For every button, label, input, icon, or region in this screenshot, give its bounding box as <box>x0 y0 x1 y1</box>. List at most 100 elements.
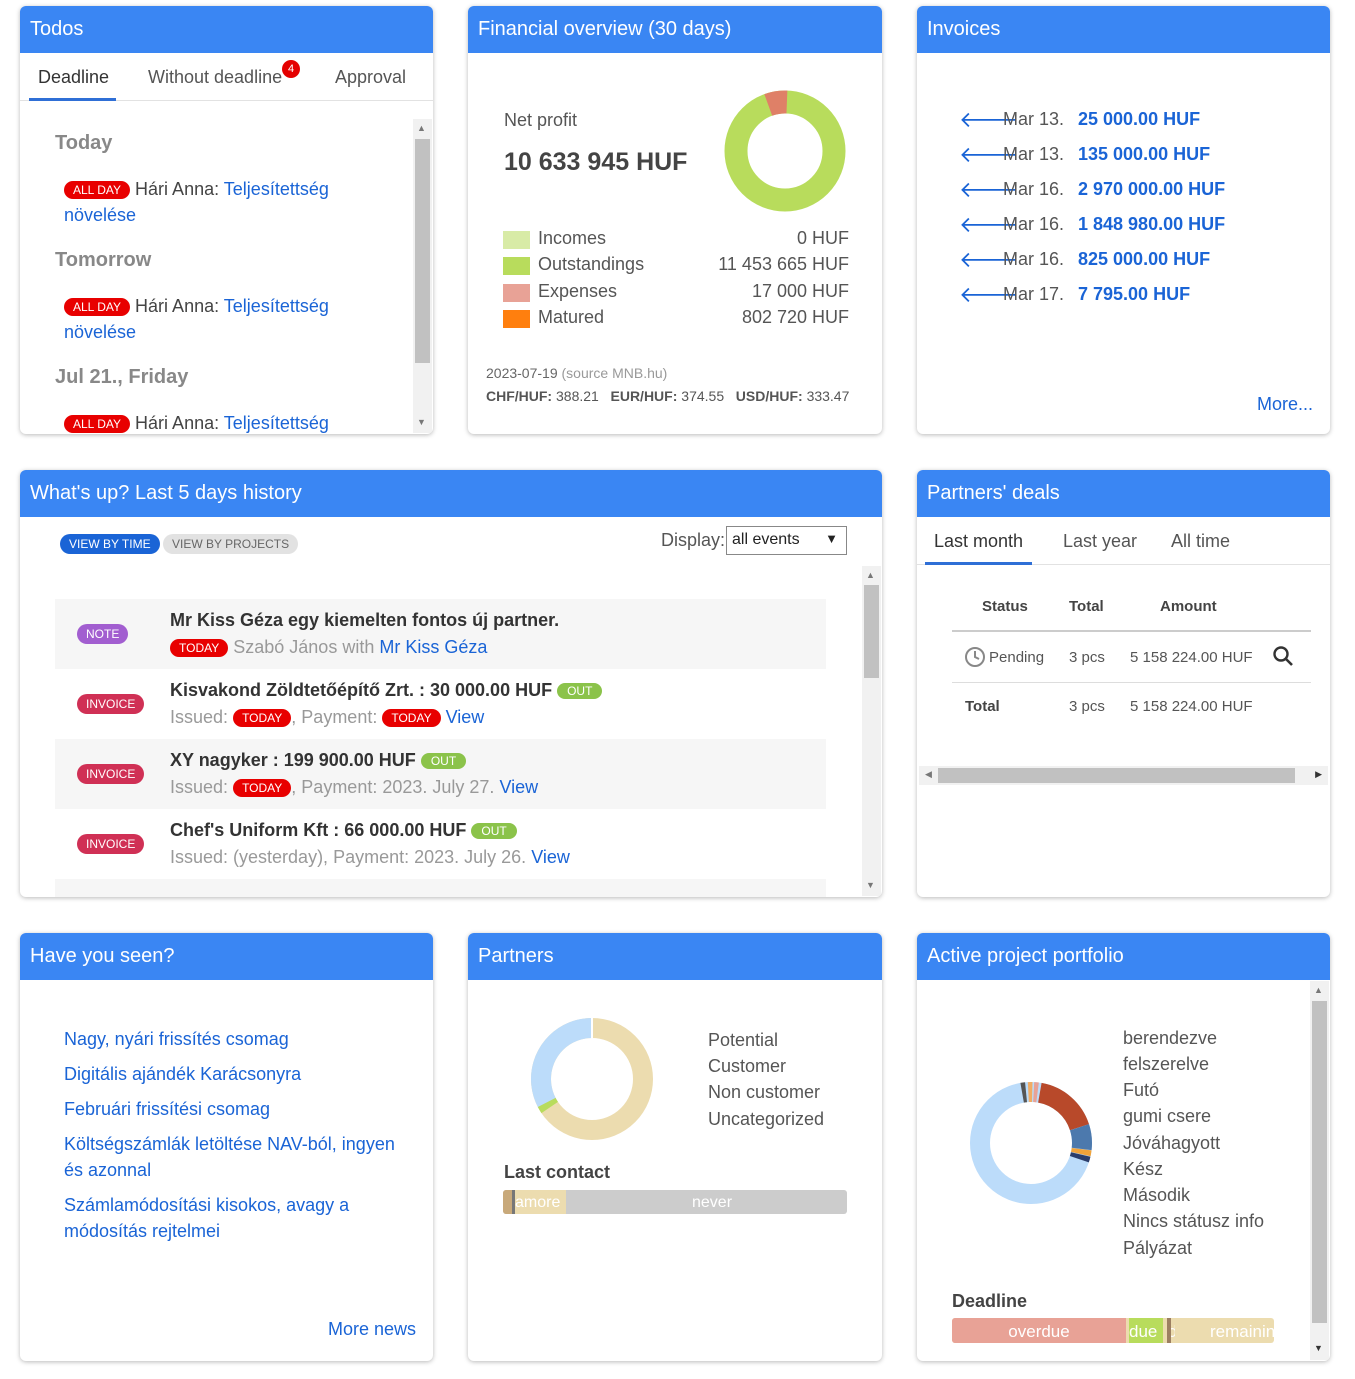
scroll-up-arrow-icon[interactable]: ▲ <box>1314 985 1323 995</box>
invoices-title: Invoices <box>917 6 1330 53</box>
scroll-right-arrow-icon[interactable]: ▶ <box>1315 769 1322 780</box>
invoice-amount-link[interactable]: 2 970 000.00 HUF <box>1078 179 1225 200</box>
event-title: Mr Kiss Géza egy kiemelten fontos új par… <box>170 610 560 630</box>
scroll-thumb[interactable] <box>938 768 1295 783</box>
total-label: Total <box>965 698 1000 715</box>
total-count: 3 pcs <box>1069 698 1105 715</box>
more-news-link[interactable]: More news <box>328 1319 416 1340</box>
legend-expenses: Expenses 17 000 HUF <box>503 281 849 307</box>
bar-label-remaining: remainin <box>1210 1322 1274 1341</box>
invoice-row[interactable]: 🡐 Mar 16. 1 848 980.00 HUF <box>959 212 1279 244</box>
news-link[interactable]: Költségszámlák letöltése NAV-ból, ingyen… <box>64 1131 404 1183</box>
legend-value: 11 453 665 HUF <box>718 254 849 274</box>
rate-pair: EUR/HUF: <box>610 388 678 404</box>
scroll-thumb[interactable] <box>415 139 430 363</box>
payment-label: , Payment: <box>291 707 378 727</box>
view-link[interactable]: View <box>531 847 570 867</box>
todo-task-link[interactable]: Teljesítettség <box>224 413 329 433</box>
exchange-rates: CHF/HUF: 388.21 EUR/HUF: 374.55 USD/HUF:… <box>486 388 849 404</box>
history-scrollbar[interactable]: ▲ ▼ <box>862 566 881 896</box>
invoice-badge: INVOICE <box>77 764 145 784</box>
invoice-amount-link[interactable]: 1 848 980.00 HUF <box>1078 214 1225 235</box>
scroll-thumb[interactable] <box>1312 1001 1327 1323</box>
event-row: NOTE Mr Kiss Géza egy kiemelten fontos ú… <box>55 599 826 669</box>
net-profit-label: Net profit <box>504 110 578 130</box>
todos-title: Todos <box>20 6 433 53</box>
scroll-down-arrow-icon[interactable]: ▼ <box>866 880 875 890</box>
legend-item: Jóváhagyott <box>1123 1133 1221 1153</box>
todos-scrollbar[interactable]: ▲ ▼ <box>413 119 432 433</box>
today-badge: TODAY <box>233 779 292 798</box>
last-contact-bar: amore never <box>503 1190 847 1214</box>
without-deadline-count-badge: 4 <box>282 60 300 78</box>
legend-item: Nincs státusz info <box>1123 1211 1265 1231</box>
portfolio-scrollbar[interactable]: ▲ ▼ <box>1310 981 1329 1360</box>
invoice-amount-link[interactable]: 7 795.00 HUF <box>1078 284 1190 305</box>
invoices-more-link[interactable]: More... <box>1257 394 1313 415</box>
legend-customer: Customer <box>708 1056 787 1076</box>
search-icon[interactable] <box>1272 645 1294 667</box>
out-badge: OUT <box>420 753 467 770</box>
row-status: Pending <box>989 649 1045 666</box>
news-link[interactable]: Februári frissítési csomag <box>64 1096 404 1122</box>
invoice-date: Mar 16. <box>1003 249 1065 269</box>
display-select[interactable]: all events ▼ <box>726 526 847 555</box>
invoice-amount-link[interactable]: 825 000.00 HUF <box>1078 249 1210 270</box>
tab-last-year[interactable]: Last year <box>1063 531 1137 552</box>
all-day-badge: ALL DAY <box>64 298 131 317</box>
invoice-row[interactable]: 🡐 Mar 13. 25 000.00 HUF <box>959 107 1279 139</box>
news-link[interactable]: Nagy, nyári frissítés csomag <box>64 1026 404 1052</box>
invoice-date: Mar 16. <box>1003 179 1065 199</box>
bar-segment-amore: amore <box>515 1190 566 1214</box>
news-link[interactable]: Számlamódosítási kisokos, avagy a módosí… <box>64 1192 354 1244</box>
invoice-amount-link[interactable]: 135 000.00 HUF <box>1078 144 1210 165</box>
financial-card: Financial overview (30 days) Net profit … <box>468 6 882 434</box>
deals-horizontal-scrollbar[interactable]: ◀ ▶ <box>919 766 1328 785</box>
view-link[interactable]: View <box>446 707 485 727</box>
deadline-bar: overdue due d remainin <box>952 1318 1274 1343</box>
tab-deadline[interactable]: Deadline <box>38 67 109 88</box>
scroll-left-arrow-icon[interactable]: ◀ <box>925 769 932 780</box>
table-row: Pending 3 pcs 5 158 224.00 HUF <box>952 633 1311 683</box>
deadline-label: Deadline <box>952 1291 1028 1311</box>
invoice-row[interactable]: 🡐 Mar 13. 135 000.00 HUF <box>959 142 1279 174</box>
todo-person: Hári Anna: <box>135 296 220 316</box>
tab-last-month[interactable]: Last month <box>934 531 1023 552</box>
rate-value: 374.55 <box>681 388 725 404</box>
legend-item: Futó <box>1123 1080 1160 1100</box>
tab-all-time[interactable]: All time <box>1171 531 1230 552</box>
rate-date: 2023-07-19 (source MNB.hu) <box>486 365 667 381</box>
event-row: INVOICE Kisvakond Zöldtetőépítő Zrt. : 3… <box>55 669 826 739</box>
out-badge: OUT <box>471 823 517 840</box>
legend-matured: Matured 802 720 HUF <box>503 307 849 333</box>
partner-link[interactable]: Mr Kiss Géza <box>379 637 487 657</box>
invoice-row[interactable]: 🡐 Mar 17. 7 795.00 HUF <box>959 282 1279 314</box>
scroll-up-arrow-icon[interactable]: ▲ <box>866 570 875 580</box>
row-amount: 5 158 224.00 HUF <box>1130 649 1253 666</box>
partners-title: Partners <box>468 933 882 980</box>
invoice-row[interactable]: 🡐 Mar 16. 2 970 000.00 HUF <box>959 177 1279 209</box>
rate-date-value: 2023-07-19 <box>486 365 558 381</box>
view-by-projects-button[interactable]: VIEW BY PROJECTS <box>163 534 299 554</box>
portfolio-title: Active project portfolio <box>917 933 1330 980</box>
scroll-down-arrow-icon[interactable]: ▼ <box>1314 1343 1323 1353</box>
invoice-amount-link[interactable]: 25 000.00 HUF <box>1078 109 1200 130</box>
bar-segment-remaining: remainin <box>1176 1318 1274 1343</box>
invoice-row[interactable]: 🡐 Mar 16. 825 000.00 HUF <box>959 247 1279 279</box>
view-by-time-button[interactable]: VIEW BY TIME <box>60 534 160 554</box>
issued-label: Issued: <box>170 777 229 797</box>
partners-donut-chart <box>530 1018 653 1140</box>
view-link[interactable]: View <box>499 777 538 797</box>
col-status: Status <box>982 598 1028 615</box>
event-title-text: Chef's Uniform Kft : 66 000.00 HUF <box>170 820 467 840</box>
bar-segment-mark <box>1167 1318 1171 1343</box>
scroll-up-arrow-icon[interactable]: ▲ <box>417 123 426 133</box>
tab-without-deadline[interactable]: Without deadline <box>148 67 282 88</box>
news-link[interactable]: Digitális ajándék Karácsonyra <box>64 1061 404 1087</box>
tab-approval[interactable]: Approval <box>335 67 406 88</box>
scroll-down-arrow-icon[interactable]: ▼ <box>417 417 426 427</box>
day-heading-today: Today <box>55 132 113 154</box>
legend-incomes: Incomes 0 HUF <box>503 228 849 254</box>
bar-segment-recent <box>503 1190 512 1214</box>
scroll-thumb[interactable] <box>864 585 879 678</box>
